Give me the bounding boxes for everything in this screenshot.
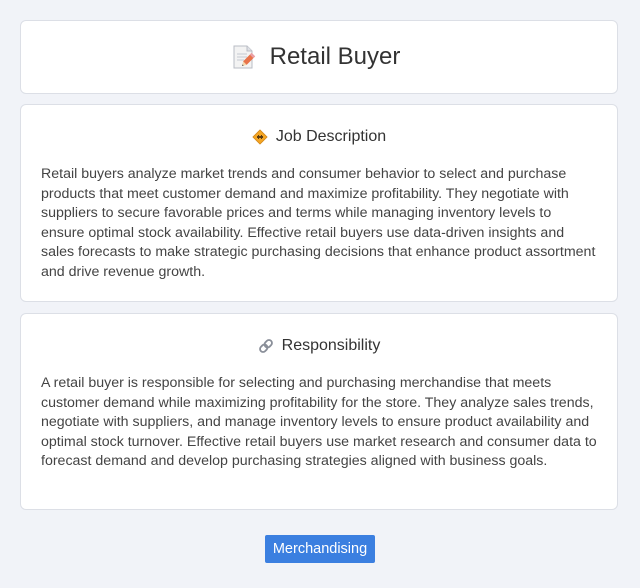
responsibility-card: Responsibility A retail buyer is respons… xyxy=(20,313,618,510)
page-title: Retail Buyer xyxy=(269,43,401,70)
tag-area: Merchandising xyxy=(0,535,640,563)
job-description-header: Job Description xyxy=(41,128,597,146)
job-description-text: Retail buyers analyze market trends and … xyxy=(41,166,596,280)
title-wrap: Retail Buyer xyxy=(232,43,401,71)
responsibility-header: Responsibility xyxy=(41,337,597,355)
section-title: Responsibility xyxy=(281,337,381,354)
construction-sign-icon xyxy=(252,129,268,145)
link-icon xyxy=(258,338,274,354)
memo-pencil-icon xyxy=(232,44,256,70)
section-title: Job Description xyxy=(275,128,387,145)
responsibility-text: A retail buyer is responsible for select… xyxy=(41,375,597,470)
category-tag[interactable]: Merchandising xyxy=(264,535,376,563)
job-description-card: Job Description Retail buyers analyze ma… xyxy=(20,104,618,302)
title-card: Retail Buyer xyxy=(20,20,618,94)
